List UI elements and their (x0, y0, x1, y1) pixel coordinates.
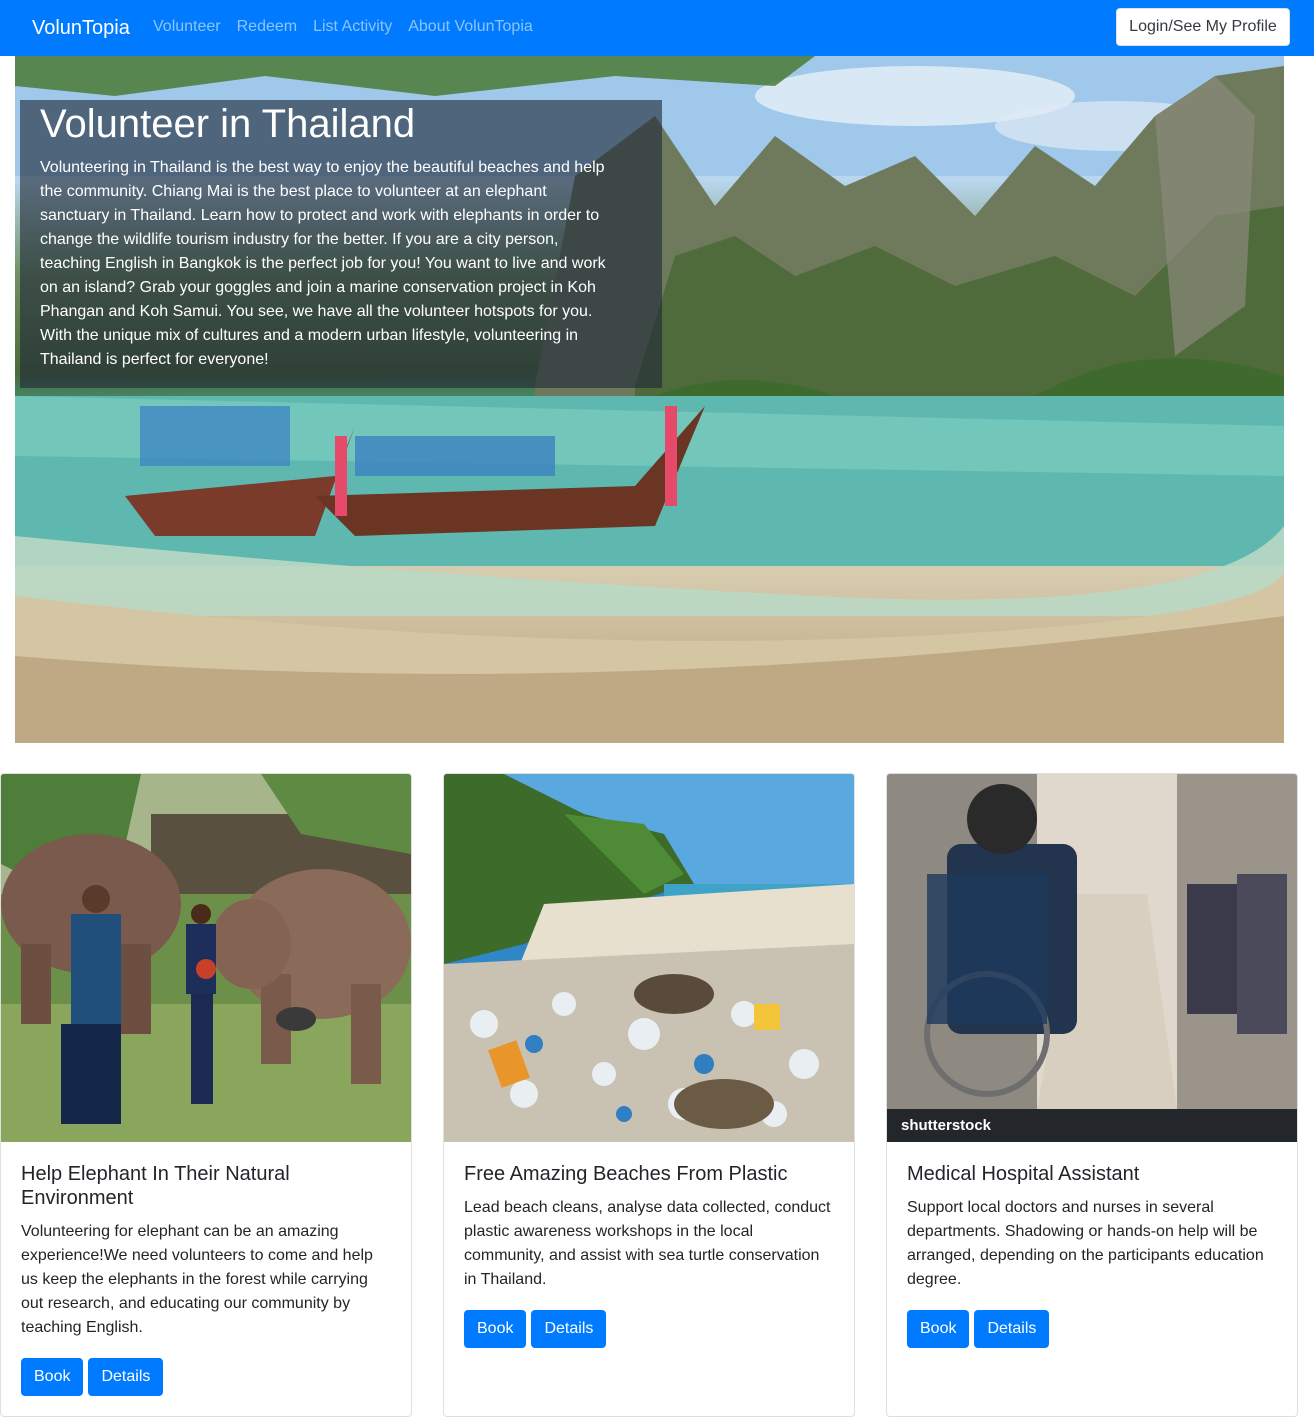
card-description: Volunteering for elephant can be an amaz… (21, 1223, 373, 1336)
details-button[interactable]: Details (974, 1310, 1050, 1348)
card-body: Medical Hospital Assistant Support local… (907, 1162, 1277, 1348)
navbar: VolunTopia Volunteer Redeem List Activit… (0, 0, 1314, 56)
activity-card-beach: Free Amazing Beaches From Plastic Lead b… (443, 773, 855, 1417)
nav-links: Volunteer Redeem List Activity About Vol… (153, 17, 533, 37)
hero-description: Volunteering in Thailand is the best way… (40, 159, 606, 368)
activity-card-elephant: Help Elephant In Their Natural Environme… (0, 773, 412, 1417)
beach-plastic-card-image (444, 774, 854, 1142)
card-actions: Book Details (21, 1358, 391, 1396)
login-profile-button[interactable]: Login/See My Profile (1116, 8, 1290, 46)
card-description: Support local doctors and nurses in seve… (907, 1199, 1264, 1288)
card-actions: Book Details (464, 1310, 834, 1348)
hero-banner: Volunteer in Thailand Volunteering in Th… (15, 56, 1284, 743)
hospital-card-image: shutterstock (887, 774, 1297, 1142)
card-body: Help Elephant In Their Natural Environme… (21, 1162, 391, 1396)
card-title: Medical Hospital Assistant (907, 1163, 1140, 1185)
nav-link-redeem[interactable]: Redeem (237, 17, 297, 37)
book-button[interactable]: Book (21, 1358, 84, 1396)
card-title: Help Elephant In Their Natural Environme… (21, 1163, 290, 1209)
nav-link-volunteer[interactable]: Volunteer (153, 17, 221, 37)
details-button[interactable]: Details (88, 1358, 164, 1396)
details-button[interactable]: Details (531, 1310, 607, 1348)
book-button[interactable]: Book (907, 1310, 970, 1348)
activity-card-hospital: shutterstock Medical Hospital Assistant … (886, 773, 1298, 1417)
card-description: Lead beach cleans, analyse data collecte… (464, 1199, 831, 1288)
hero-overlay-panel: Volunteer in Thailand Volunteering in Th… (20, 100, 662, 388)
nav-link-list-activity[interactable]: List Activity (313, 17, 392, 37)
nav-link-about[interactable]: About VolunTopia (408, 17, 533, 37)
elephant-card-image (1, 774, 411, 1142)
book-button[interactable]: Book (464, 1310, 527, 1348)
hero-title: Volunteer in Thailand (40, 102, 416, 146)
card-actions: Book Details (907, 1310, 1277, 1348)
card-body: Free Amazing Beaches From Plastic Lead b… (464, 1162, 834, 1348)
brand-logo[interactable]: VolunTopia (32, 15, 130, 41)
card-title: Free Amazing Beaches From Plastic (464, 1163, 788, 1185)
shutterstock-watermark: shutterstock (901, 1117, 992, 1134)
